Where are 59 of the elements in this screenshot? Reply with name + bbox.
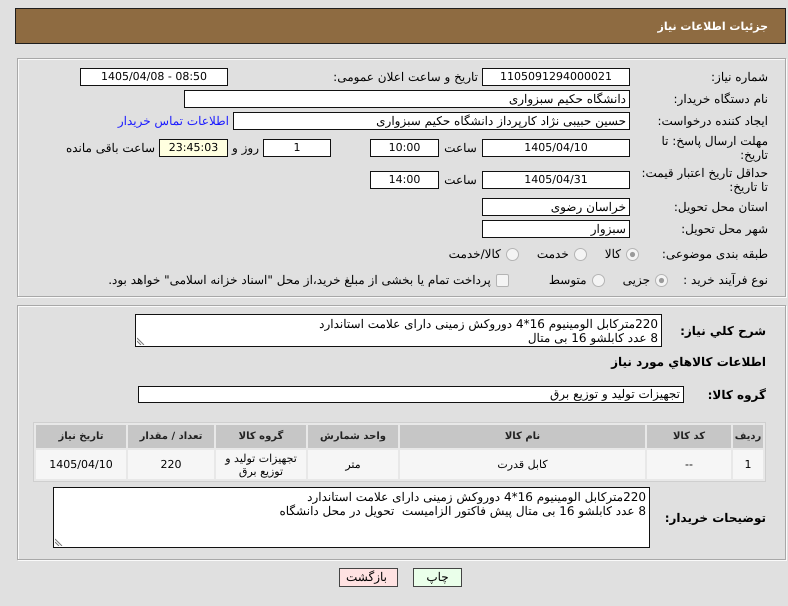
buyer-org-field[interactable]: دانشگاه حکیم سبزواری: [184, 90, 630, 108]
validity-date-field[interactable]: 1405/04/31: [482, 171, 630, 189]
validity-time-field[interactable]: 14:00: [370, 171, 439, 189]
field-label: نوع فرآیند خرید :: [682, 273, 768, 287]
time-label: ساعت: [443, 141, 478, 155]
back-button[interactable]: بازگشت: [339, 568, 398, 587]
print-button[interactable]: چاپ: [413, 568, 462, 587]
reply-time-field[interactable]: 10:00: [370, 139, 439, 157]
field-label: شماره نیاز:: [710, 70, 768, 84]
field-label: گروه کالا:: [706, 388, 766, 402]
field-label: حداقل تاریخ اعتبار قیمت: تا تاریخ:: [640, 166, 768, 194]
announce-date-field[interactable]: 1405/04/08 - 08:50: [80, 68, 228, 86]
goods-group-field[interactable]: تجهیزات تولید و توزیع برق: [138, 386, 684, 403]
category-option[interactable]: کالا/خدمت: [448, 247, 519, 261]
days-field[interactable]: 1: [263, 139, 331, 157]
column-header: واحد شمارش: [308, 425, 398, 448]
field-label: نام دستگاه خریدار:: [672, 92, 768, 106]
remaining-time-field[interactable]: 23:45:03: [159, 139, 228, 157]
city-field[interactable]: سبزوار: [482, 220, 630, 238]
column-header: ردیف: [733, 425, 763, 448]
table-cell: --: [647, 450, 731, 479]
table-cell: کابل قدرت: [400, 450, 645, 479]
days-label: روز و: [230, 141, 260, 155]
field-label: شرح کلي نیاز:: [679, 324, 766, 338]
table-cell: 1405/04/10: [36, 450, 126, 479]
reply-date-field[interactable]: 1405/04/10: [482, 139, 630, 157]
field-label: طبقه بندی موضوعی:: [660, 247, 768, 261]
table-cell: تجهیزات تولید و توزیع برق: [216, 450, 306, 479]
field-label: مهلت ارسال پاسخ: تا تاریخ:: [660, 134, 768, 162]
description-field[interactable]: 220مترکابل الومینیوم 16*4 دوروکش زمینی دارای علامت استاندارد 8 عدد کابلشو 16 بی متال: [135, 314, 662, 347]
resize-handle-icon: [55, 538, 63, 546]
field-label: توضیحات خریدار:: [664, 510, 766, 524]
field-label: استان محل تحویل:: [672, 200, 768, 214]
column-header: کد کالا: [647, 425, 731, 448]
remaining-label: ساعت باقی مانده: [66, 141, 155, 155]
column-header: نام کالا: [400, 425, 645, 448]
need-number-field[interactable]: 1105091294000021: [482, 68, 630, 86]
category-option[interactable]: خدمت: [536, 247, 587, 261]
purchase-type-option[interactable]: جزیی: [622, 273, 668, 287]
buyer-contact-link[interactable]: اطلاعات تماس خریدار: [118, 114, 229, 128]
requester-field[interactable]: حسین حبیبی نژاد کارپرداز دانشگاه حکیم سبزواری: [233, 112, 630, 130]
field-label: شهر محل تحویل:: [680, 222, 768, 236]
column-header: تعداد / مقدار: [128, 425, 214, 448]
section-title: اطلاعات کالاهاي مورد نیاز: [610, 355, 766, 369]
table-cell: 1: [733, 450, 763, 479]
buyer-notes-field[interactable]: 220مترکابل الومینیوم 16*4 دوروکش زمینی دارای علامت استاندارد 8 عدد کابلشو 16 بی متال پیش فاکتور الزامیست تحویل در محل دانشگاه: [53, 487, 650, 548]
table-cell: 220: [128, 450, 214, 479]
category-option[interactable]: کالا: [604, 247, 639, 261]
resize-handle-icon: [137, 337, 145, 345]
province-field[interactable]: خراسان رضوی: [482, 198, 630, 216]
column-header: تاریخ نیاز: [36, 425, 126, 448]
time-label: ساعت: [443, 173, 478, 187]
treasury-option[interactable]: پرداخت تمام یا بخشی از مبلغ خرید،از محل "اسناد خزانه اسلامی" خواهد بود.: [108, 273, 509, 287]
page-title: جزئیات اطلاعات نیاز: [658, 20, 768, 32]
field-label: تاریخ و ساعت اعلان عمومی:: [332, 70, 479, 84]
field-label: ایجاد کننده درخواست:: [656, 114, 768, 128]
table-cell: متر: [308, 450, 398, 479]
column-header: گروه کالا: [216, 425, 306, 448]
purchase-type-option[interactable]: متوسط: [548, 273, 605, 287]
